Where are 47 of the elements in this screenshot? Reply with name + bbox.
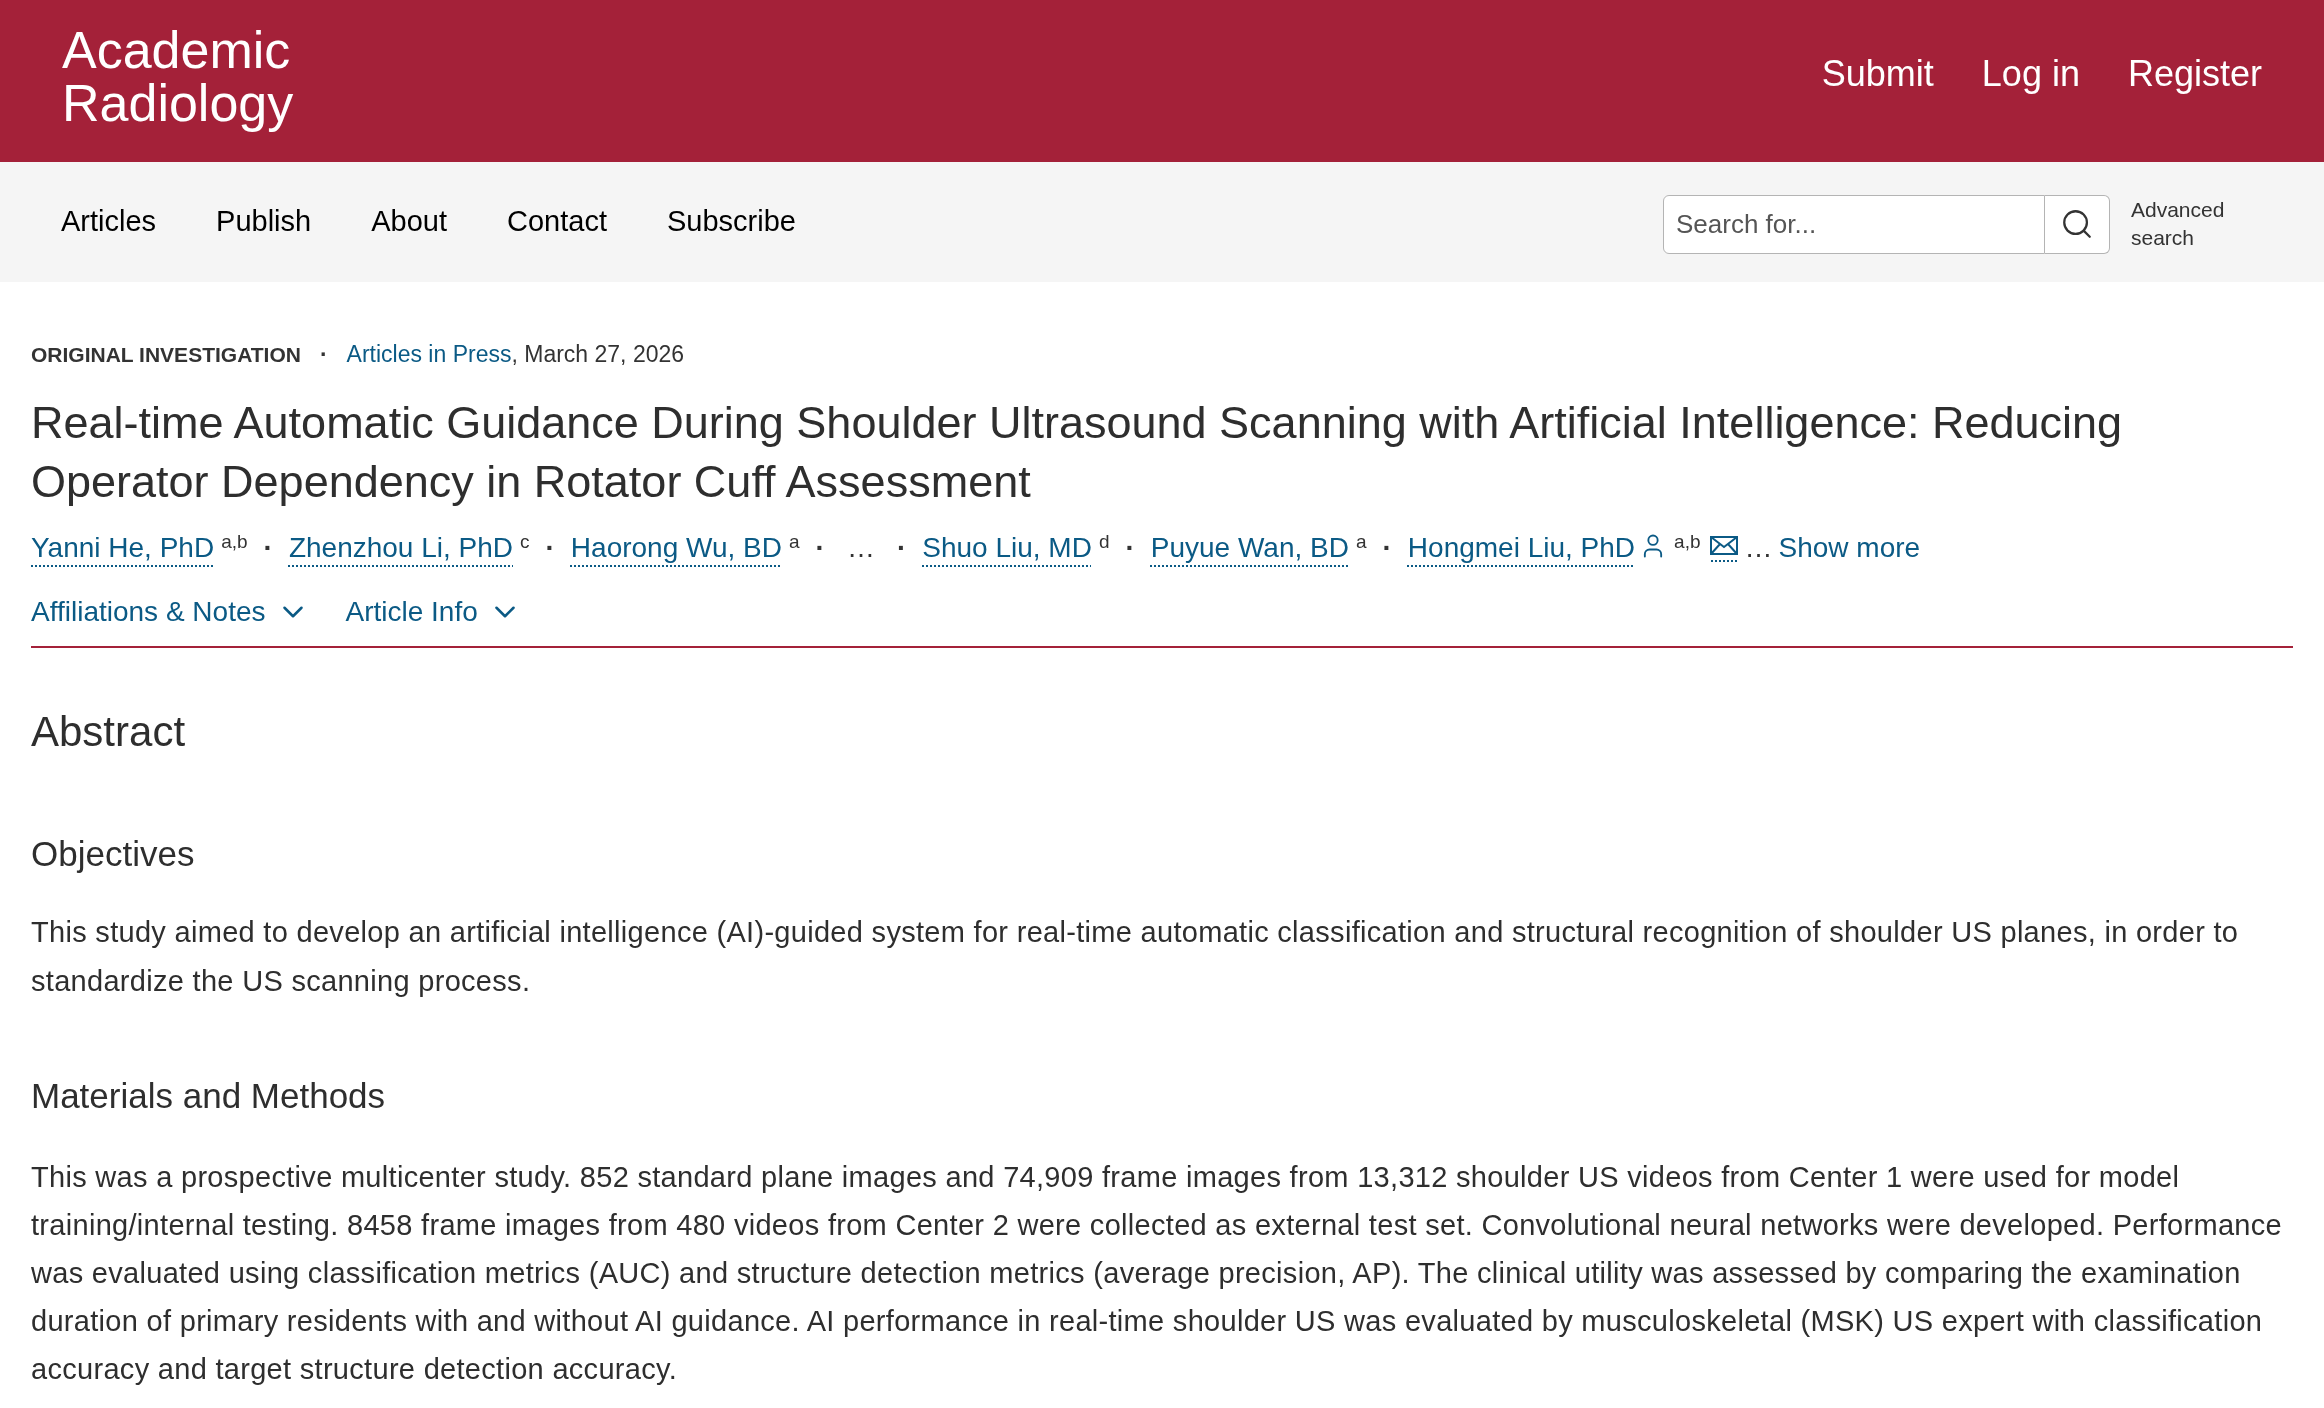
separator: · bbox=[1125, 532, 1135, 563]
journal-logo[interactable]: Academic Radiology bbox=[62, 24, 362, 130]
separator: · bbox=[815, 532, 825, 563]
section-heading: Objectives bbox=[31, 833, 196, 875]
advanced-search-link[interactable]: Advanced search bbox=[2131, 196, 2241, 252]
affiliation-marks: d bbox=[1098, 530, 1110, 552]
publication-date: , March 27, 2026 bbox=[511, 341, 685, 367]
article-type: ORIGINAL INVESTIGATION bbox=[31, 343, 301, 366]
author-link[interactable]: Zhenzhou Li, PhD bbox=[288, 532, 514, 563]
toggle-button[interactable]: Affiliations & Notes bbox=[31, 592, 310, 632]
affiliation-marks: a,b bbox=[221, 530, 248, 552]
separator: · bbox=[1382, 532, 1392, 563]
author-link[interactable]: Haorong Wu, BD bbox=[570, 532, 782, 563]
section-link[interactable]: Articles in Press bbox=[346, 341, 512, 367]
affiliation-marks: a bbox=[789, 530, 800, 552]
header-link[interactable]: Log in bbox=[1981, 52, 2080, 96]
nav-link[interactable]: Articles bbox=[61, 200, 157, 244]
show-more-link[interactable]: Show more bbox=[1778, 532, 1921, 563]
search-button[interactable] bbox=[2045, 194, 2110, 254]
author-link[interactable]: Hongmei Liu, PhD bbox=[1407, 532, 1636, 563]
nav-link[interactable]: Publish bbox=[216, 200, 312, 244]
separator: · bbox=[263, 532, 273, 563]
abstract-heading: Abstract bbox=[31, 707, 187, 757]
header-link[interactable]: Register bbox=[2127, 52, 2262, 96]
toggle-button[interactable]: Article Info bbox=[345, 592, 522, 632]
author-link[interactable]: Puyue Wan, BD bbox=[1150, 532, 1349, 563]
author-link[interactable]: Shuo Liu, MD bbox=[922, 532, 1092, 563]
nav-link[interactable]: Contact bbox=[507, 200, 607, 244]
header-link[interactable]: Submit bbox=[1821, 52, 1934, 96]
separator: · bbox=[545, 532, 555, 563]
search-field[interactable]: Search for... bbox=[1663, 194, 2045, 254]
separator: · bbox=[896, 532, 907, 563]
affiliation-marks: a,b bbox=[1674, 530, 1701, 552]
affiliation-marks: a bbox=[1355, 530, 1367, 552]
affiliation-marks: c bbox=[520, 530, 530, 552]
nav-link[interactable]: About bbox=[371, 200, 447, 244]
ellipsis: … bbox=[1744, 532, 1773, 563]
ellipsis: … bbox=[846, 532, 875, 563]
article-title: Real-time Automatic Guidance During Shoulder Ultrasound Scanning with Artificial Intelligence: Reducing Operator Dependency in Rotator Cuff Assessment bbox=[31, 396, 2124, 509]
section-heading: Materials and Methods bbox=[31, 1075, 387, 1117]
search-icon bbox=[2060, 207, 2094, 241]
separator: · bbox=[319, 341, 328, 367]
section-paragraph: This was a prospective multicenter study. 852 standard plane images and 74,909 frame images from 13,312 shoulder US videos from Center 1 were used for model training/internal testing. 8458 frame images from 480 videos from Center 2 were collected as external test set. Convolutional neural networks were developed. Performance was evaluated using classification metrics (AUC) and structure detection metrics (average precision, AP). The clinical utility was assessed by comparing the examination duration of primary residents with and without AI guidance. AI performance in real-time shoulder US was evaluated by musculoskeletal (MSK) US expert with classification accuracy and target structure detection accuracy. bbox=[31, 1160, 2283, 1387]
author-link[interactable]: Yanni He, PhD bbox=[31, 532, 215, 563]
section-paragraph: This study aimed to develop an artificial intelligence (AI)-guided system for real-time automatic classification and structural recognition of shoulder US planes, in order to standardize the US scanning process. bbox=[31, 915, 2240, 999]
envelope-icon[interactable] bbox=[1708, 533, 1739, 563]
nav-link[interactable]: Subscribe bbox=[666, 200, 796, 244]
